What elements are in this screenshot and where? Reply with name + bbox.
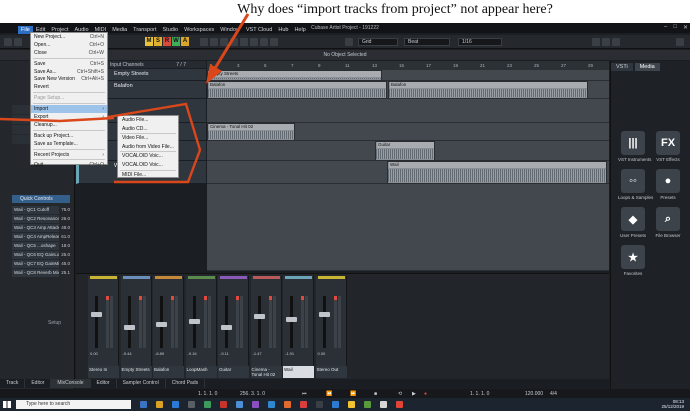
annotation-pointer-line [0,116,115,123]
annotation-overlay [0,13,250,184]
annotation-arrow-head [206,64,222,84]
annotation-outline [107,102,202,184]
annotation-arrow-line [212,13,250,71]
screenshot: Why does “import tracks from project” no… [0,0,690,411]
